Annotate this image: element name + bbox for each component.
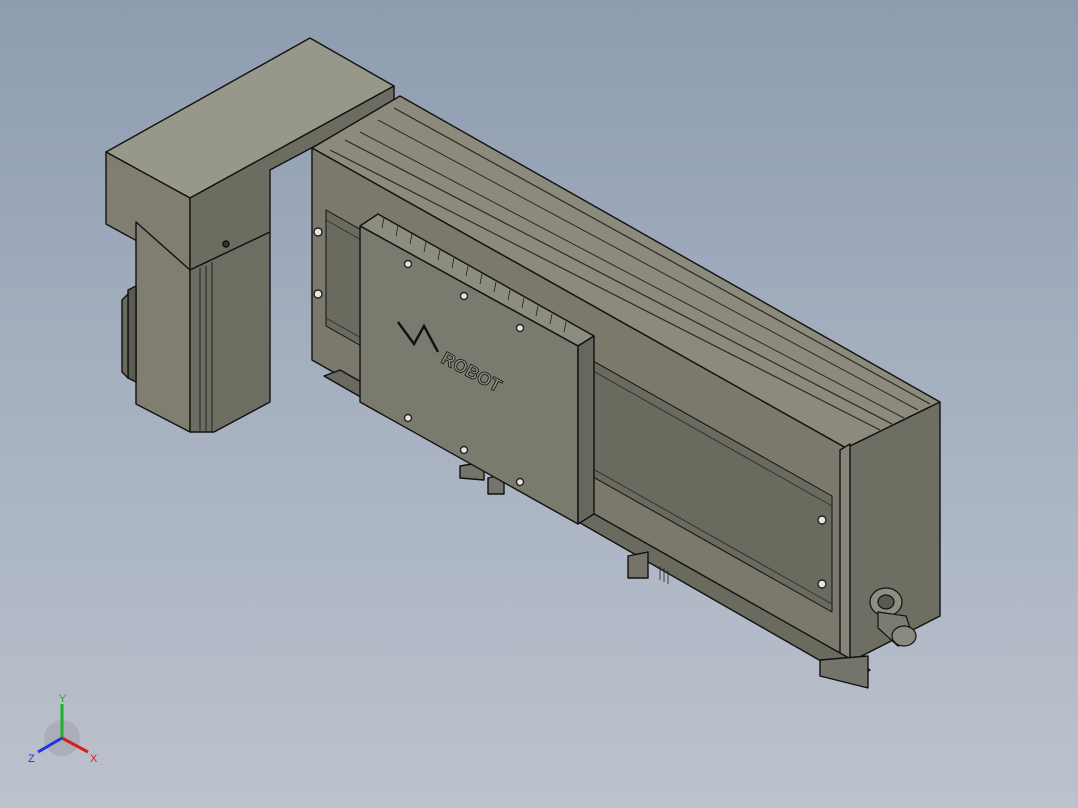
actuator-model[interactable]: ROBOT xyxy=(0,0,1078,808)
cad-viewport[interactable]: ROBOT Y X Z xyxy=(0,0,1078,808)
x-axis-label: X xyxy=(90,753,98,765)
orientation-triad[interactable]: Y X Z xyxy=(20,690,110,780)
y-axis-label: Y xyxy=(59,693,67,705)
z-axis-label: Z xyxy=(28,753,35,765)
